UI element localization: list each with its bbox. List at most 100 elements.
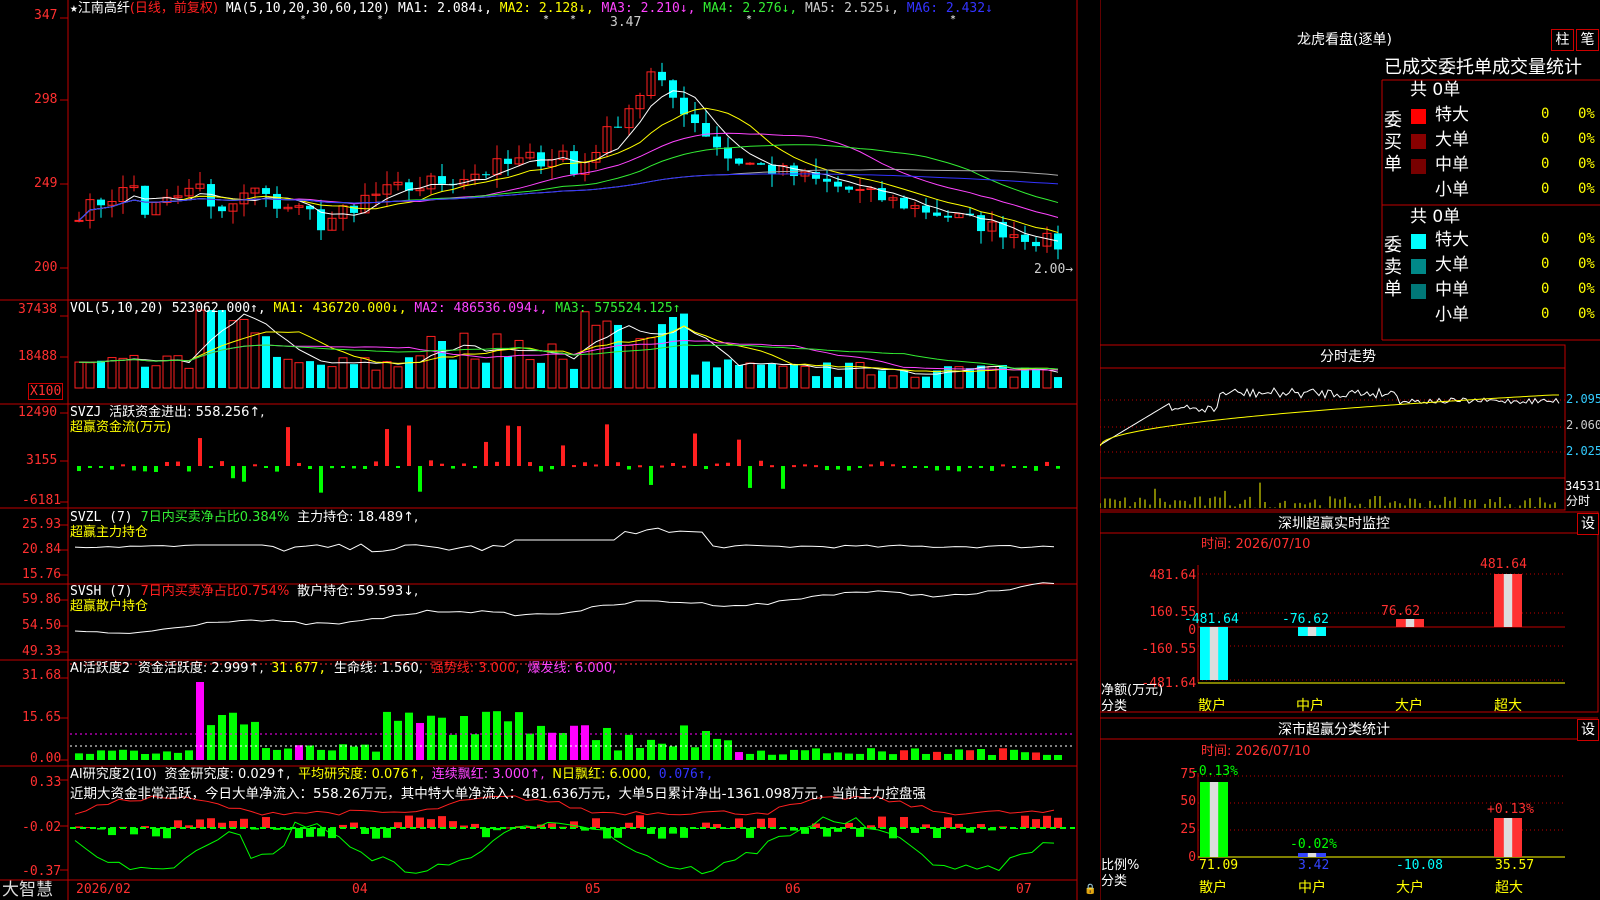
activity-bar [592,740,600,760]
volume-bar [1054,377,1062,388]
ai1-ytick: 0.00 [30,751,62,766]
money-flow-bar [990,466,994,471]
volume-bar [371,369,381,389]
volume-bar [922,376,930,388]
activity-bar [273,749,281,760]
sz-settings-button[interactable]: 设 [1577,513,1599,535]
money-flow-bar [176,461,180,466]
activity-bar [955,749,963,760]
activity-bar [97,750,105,760]
candle-body [262,188,270,194]
sz-value-label: -481.64 [1184,612,1239,627]
volume-bar [151,365,161,389]
volume-bar [382,361,392,389]
activity-bar [427,715,435,760]
candle-body [745,162,755,165]
candle-body [757,163,765,165]
volume-bar [97,360,105,388]
money-flow-bar [660,465,664,468]
fl-category: 大户 [1396,880,1424,896]
money-flow-bar [462,463,466,466]
money-flow-bar [858,466,862,468]
volume-bar [790,364,798,388]
volume-bar [449,359,457,388]
ai2-ytick: 0.33 [30,775,62,790]
bar-mode-button[interactable]: 柱 [1551,29,1574,51]
period-label: (日线，前复权) [129,1,218,16]
money-flow-bar [319,466,323,493]
research-bar [856,828,864,837]
order-swatch [1411,309,1426,324]
activity-bar [977,749,985,760]
research-bar [405,815,413,828]
money-flow-bar [396,466,400,468]
research-bar [1054,817,1062,828]
order-stats-tabs[interactable]: 已成交委托单成交量统计 [1384,57,1582,79]
research-bar [1032,819,1040,828]
research-bar [933,828,941,838]
fl-category: 中户 [1298,880,1326,896]
candle-body [97,199,105,206]
vol-ma2: MA2: 486536.094↓, [414,301,548,316]
research-bar [768,817,776,828]
tick-mode-button[interactable]: 笔 [1576,29,1599,51]
fenshi-ytick: 2.025 [1566,444,1600,458]
money-flow-bar [583,462,587,466]
candle-body [1021,234,1029,242]
order-type: 中单 [1435,280,1469,300]
ai2-title: AI研究度2(10) [70,767,157,782]
lock-icon[interactable]: 🔒 [1084,882,1096,897]
money-flow-bar [506,425,510,466]
sz-category: 散户 [1198,698,1226,714]
fl-settings-button[interactable]: 设 [1577,719,1599,741]
money-flow-bar [649,466,653,485]
candle-body [482,174,490,176]
ma-line [78,168,1059,221]
volume-bar [482,362,490,388]
activity-bar [636,747,644,760]
research-bar [746,828,754,838]
research-bar [108,828,116,836]
volume-bar [426,335,436,389]
ai2-comment: 近期大资金非常活跃，今日大单净流入：558.26万元，其中特大单净流入：481.… [70,786,926,802]
activity-bar [196,682,204,760]
money-flow-bar [825,466,829,471]
ai1-v5: 爆发线: 6.000, [527,661,617,676]
activity-bar [504,721,512,760]
main-header: ★江南高纤(日线，前复权) MA(5,10,20,30,60,120) MA1:… [70,1,993,16]
money-flow-bar [264,466,268,468]
fl-ytick: 50 [1180,794,1197,809]
order-swatch [1411,234,1426,249]
volume-bar [646,337,656,389]
buy-orders-label: 委买单 [1384,110,1402,175]
money-flow-bar [418,466,422,492]
ma-label: MA(5,10,20,30,60,120) [225,1,391,16]
money-flow-bar [297,462,301,466]
svsh-title: SVSH (7) [70,584,133,599]
ai1-v2: 31.677, [271,661,327,676]
activity-bar [680,725,688,760]
volume-bar [350,364,358,388]
volume-bar [1042,369,1052,389]
money-flow-bar [627,466,631,470]
star-icon[interactable]: ★ [70,1,78,16]
research-bar [658,828,666,839]
research-bar [306,828,314,837]
money-flow-bar [374,461,378,466]
volume-bar [250,332,260,389]
money-flow-bar [385,429,389,466]
candle-body [1032,241,1040,247]
activity-bar [614,750,622,760]
svzj-value: 活跃资金进出: 558.256↑, [109,405,265,420]
volume-bar [547,343,557,389]
order-pct: 0% [1578,106,1595,122]
money-flow-bar [748,466,752,488]
money-flow-bar [847,466,851,471]
money-flow-bar [957,466,961,472]
vol-unit-badge[interactable]: X100 [28,383,64,400]
volume-bar [537,362,545,388]
volume-bar [635,338,645,389]
chart-canvas[interactable]: * * * * * * [0,0,1100,900]
volume-bar [470,358,480,389]
activity-bar [1032,752,1040,760]
